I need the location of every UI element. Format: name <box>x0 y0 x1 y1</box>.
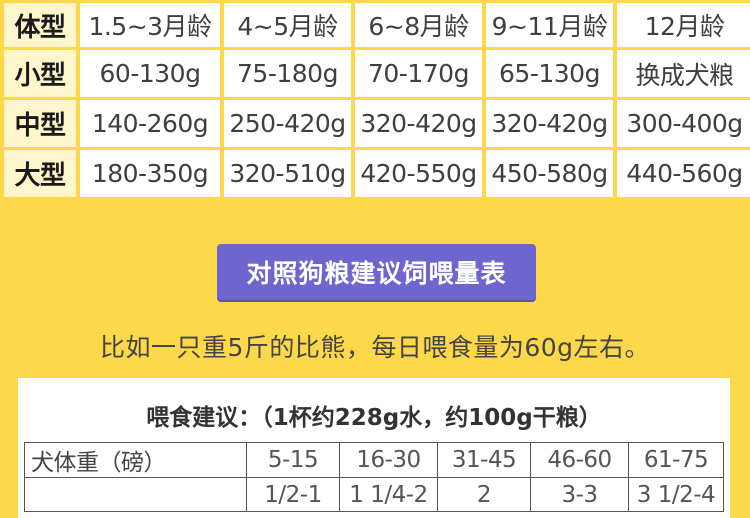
size-table-cell: 450-580g <box>486 150 613 197</box>
cups-cell: 1 1/4-2 <box>339 477 438 512</box>
feeding-chart-button[interactable]: 对照狗粮建议饲喂量表 <box>217 244 536 300</box>
size-table-cell: 300-400g <box>617 100 750 147</box>
weight-cell: 61-75 <box>628 442 724 478</box>
size-table-cell: 320-420g <box>486 100 613 147</box>
size-table-header-cell: 体型 <box>4 3 76 47</box>
size-table-cell: 320-420g <box>355 100 482 147</box>
size-table-cell: 440-560g <box>617 150 750 197</box>
size-table-cell: 75-180g <box>224 50 351 97</box>
size-table-row-small: 小型 60-130g 75-180g 70-170g 65-130g 换成犬粮 <box>4 50 750 97</box>
weight-cell: 5-15 <box>246 442 340 478</box>
size-table-cell: 65-130g <box>486 50 613 97</box>
size-table-cell: 320-510g <box>224 150 351 197</box>
size-table-header-cell: 9~11月龄 <box>486 3 613 47</box>
size-type-label: 大型 <box>4 150 76 197</box>
size-table: 体型 1.5~3月龄 4~5月龄 6~8月龄 9~11月龄 12月龄 小型 60… <box>0 0 750 200</box>
weight-cell: 16-30 <box>339 442 438 478</box>
weight-cell: 31-45 <box>437 442 531 478</box>
size-table-header-cell: 1.5~3月龄 <box>80 3 220 47</box>
size-table-row-large: 大型 180-350g 320-510g 420-550g 450-580g 4… <box>4 150 750 197</box>
size-table-cell: 70-170g <box>355 50 482 97</box>
cups-row-label <box>24 477 247 512</box>
size-table-cell: 60-130g <box>80 50 220 97</box>
cups-cell: 3-3 <box>530 477 629 512</box>
size-table-cell: 180-350g <box>80 150 220 197</box>
size-type-label: 中型 <box>4 100 76 147</box>
feeding-table: 犬体重（磅） 5-15 16-30 31-45 46-60 61-75 1/2-… <box>24 442 724 512</box>
size-table-header-cell: 12月龄 <box>617 3 750 47</box>
size-table-header-row: 体型 1.5~3月龄 4~5月龄 6~8月龄 9~11月龄 12月龄 <box>4 3 750 47</box>
size-table-header-cell: 6~8月龄 <box>355 3 482 47</box>
example-sentence: 比如一只重5斤的比熊，每日喂食量为60g左右。 <box>99 333 651 362</box>
size-table-cell: 420-550g <box>355 150 482 197</box>
weight-row-label: 犬体重（磅） <box>24 442 247 478</box>
feeding-cups-row: 1/2-1 1 1/4-2 2 3-3 3 1/2-4 <box>24 477 724 512</box>
cups-cell: 1/2-1 <box>246 477 340 512</box>
weight-cell: 46-60 <box>530 442 629 478</box>
feeding-title: 喂食建议：（1杯约228g水，约100g干粮） <box>146 405 602 431</box>
size-table-cell: 140-260g <box>80 100 220 147</box>
size-table-row-medium: 中型 140-260g 250-420g 320-420g 320-420g 3… <box>4 100 750 147</box>
cups-cell: 2 <box>437 477 531 512</box>
feeding-card: 喂食建议：（1杯约228g水，约100g干粮） 犬体重（磅） 5-15 16-3… <box>18 378 730 518</box>
size-table-cell: 250-420g <box>224 100 351 147</box>
feeding-weight-row: 犬体重（磅） 5-15 16-30 31-45 46-60 61-75 <box>24 442 724 478</box>
size-table-cell: 换成犬粮 <box>617 50 750 97</box>
cups-cell: 3 1/2-4 <box>628 477 724 512</box>
size-type-label: 小型 <box>4 50 76 97</box>
size-table-header-cell: 4~5月龄 <box>224 3 351 47</box>
